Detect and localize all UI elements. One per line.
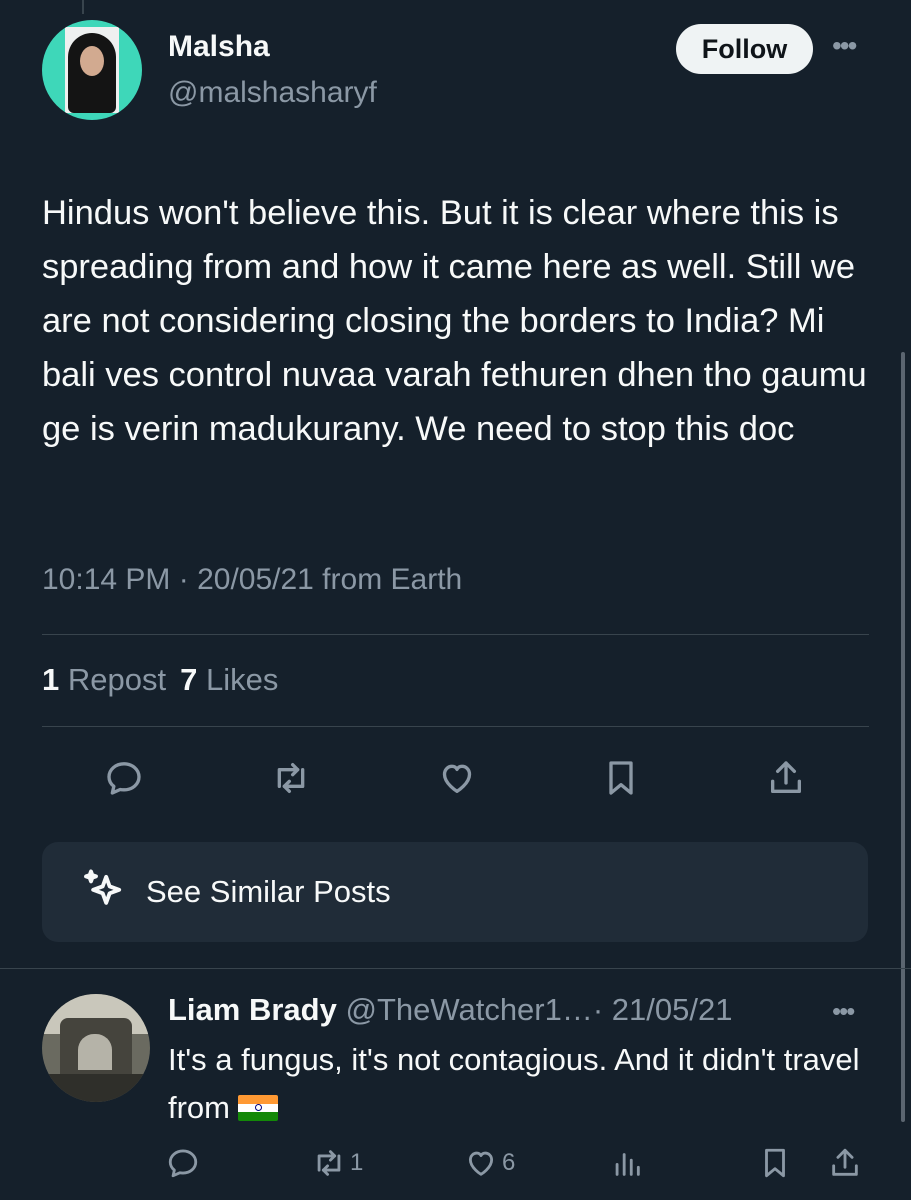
sparkle-icon (78, 866, 130, 918)
tweet-text: Hindus won't believe this. But it is cle… (42, 194, 867, 448)
reply-author-handle[interactable]: @TheWatcher1… (345, 992, 592, 1027)
author-name[interactable]: Malsha (168, 30, 270, 64)
like-icon[interactable] (437, 758, 477, 798)
reply-like-icon (468, 1151, 494, 1176)
likes-label: Likes (205, 662, 279, 697)
more-options-icon[interactable]: ••• (832, 30, 857, 62)
repost-icon[interactable] (271, 758, 311, 798)
thread-line (82, 0, 84, 14)
divider (42, 726, 869, 727)
reply-repost-button[interactable]: 1 (312, 1146, 363, 1180)
reply-reply-icon[interactable] (166, 1146, 200, 1180)
follow-button[interactable]: Follow (676, 24, 813, 74)
reply-avatar[interactable] (42, 994, 150, 1102)
reply-icon[interactable] (104, 758, 144, 798)
see-similar-posts-label: See Similar Posts (146, 874, 391, 909)
reply-like-button[interactable]: 6 (464, 1146, 515, 1180)
divider (42, 634, 869, 635)
avatar-ground (42, 1074, 150, 1102)
author-handle[interactable]: @malshasharyf (168, 76, 377, 110)
see-similar-posts-button[interactable]: See Similar Posts (42, 842, 868, 942)
reposts-label: Repost (67, 662, 167, 697)
reply-date[interactable]: · 21/05/21 (593, 992, 733, 1027)
likes-stat[interactable]: 7 Likes (180, 662, 278, 697)
reply-text: It's a fungus, it's not contagious. And … (168, 1036, 868, 1132)
reposts-count: 1 (42, 662, 60, 697)
engagement-stats: 1 Repost 7 Likes (42, 662, 278, 698)
reply-like-count: 6 (502, 1149, 516, 1176)
reply-repost-count: 1 (350, 1149, 364, 1176)
india-flag-icon (238, 1095, 278, 1121)
author-avatar[interactable] (42, 20, 142, 120)
likes-count: 7 (180, 662, 198, 697)
divider (0, 968, 911, 969)
share-icon[interactable] (766, 758, 806, 798)
reply-bookmark-icon[interactable] (758, 1146, 792, 1180)
reply-repost-icon (317, 1150, 341, 1176)
reposts-stat[interactable]: 1 Repost (42, 662, 166, 697)
bookmark-icon[interactable] (601, 758, 641, 798)
tweet-timestamp[interactable]: 10:14 PM · 20/05/21 from Earth (42, 563, 462, 597)
avatar-archway (78, 1034, 112, 1070)
reply-more-options-icon[interactable]: ••• (832, 996, 855, 1027)
scrollbar[interactable] (901, 352, 905, 1122)
avatar-face (80, 46, 104, 76)
reply-views-icon[interactable] (610, 1146, 644, 1180)
reply-share-icon[interactable] (828, 1146, 862, 1180)
reply-header: Liam Brady @TheWatcher1…· 21/05/21 (168, 992, 732, 1028)
reply-author-name[interactable]: Liam Brady (168, 992, 337, 1027)
